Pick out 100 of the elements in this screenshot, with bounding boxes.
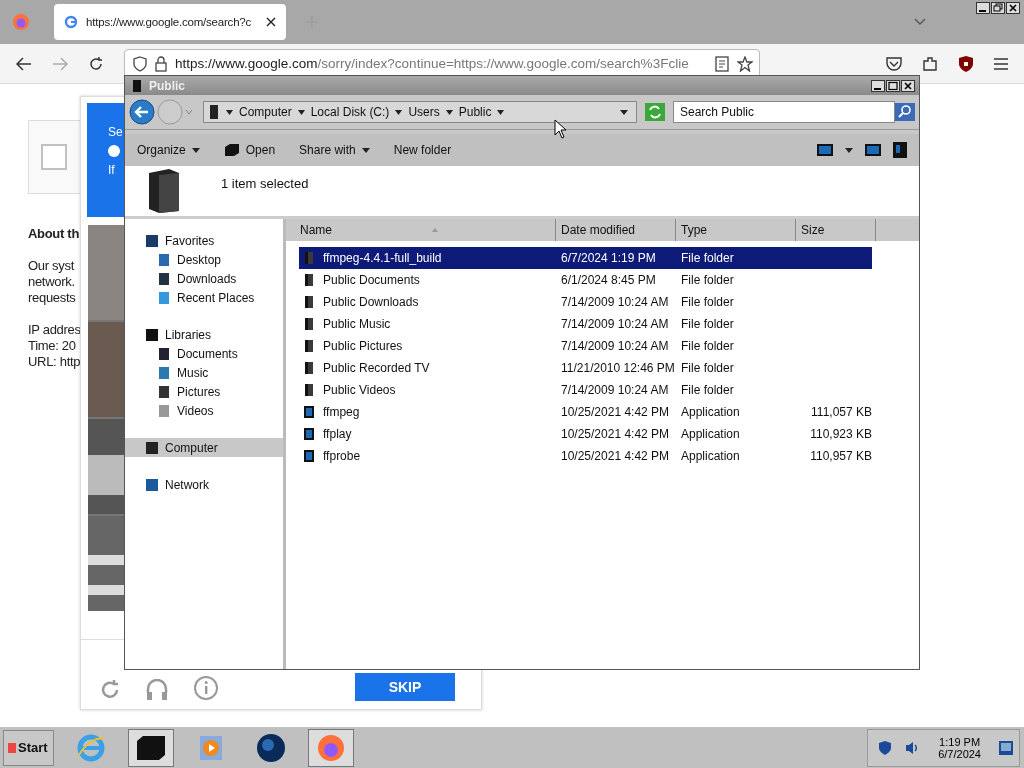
preview-pane-icon[interactable] xyxy=(865,144,881,156)
captcha-checkbox[interactable] xyxy=(41,144,67,170)
nav-item[interactable]: Videos xyxy=(125,401,283,420)
toolbar-button[interactable]: Organize xyxy=(131,141,206,159)
clock-date[interactable]: 6/7/2024 xyxy=(938,747,981,760)
info-icon[interactable] xyxy=(193,675,219,701)
caret-icon[interactable] xyxy=(395,109,403,115)
skip-button[interactable]: SKIP xyxy=(355,673,455,701)
tab-title: https://www.google.com/search?c xyxy=(86,16,253,28)
type-cell-text: File folder xyxy=(680,317,735,331)
caret-icon[interactable] xyxy=(497,109,505,115)
chevron-down-icon[interactable] xyxy=(914,18,926,26)
file-row[interactable]: Public Documents 6/1/2024 8:45 PM File folder xyxy=(299,269,872,291)
nav-icon xyxy=(157,290,171,305)
nav-icon xyxy=(145,233,159,248)
taskbar-app[interactable] xyxy=(128,728,174,767)
breadcrumb-item[interactable]: Computer xyxy=(239,105,292,119)
nav-item[interactable]: Pictures xyxy=(125,382,283,401)
file-row[interactable]: ffmpeg-4.4.1-full_build 6/7/2024 1:19 PM File folder xyxy=(299,247,872,269)
nav-item[interactable]: Libraries xyxy=(125,325,283,344)
type-cell-text: File folder xyxy=(680,383,735,397)
nav-item[interactable]: Computer xyxy=(125,438,283,457)
shield-icon[interactable] xyxy=(958,54,974,73)
view-icon[interactable] xyxy=(817,144,833,156)
folder-icon xyxy=(147,169,181,213)
headphones-icon[interactable] xyxy=(145,679,169,701)
folder-icon xyxy=(303,273,315,287)
file-row[interactable]: ffplay 10/25/2021 4:42 PM Application 110,923 KB xyxy=(299,423,872,445)
caret-icon[interactable] xyxy=(297,109,305,115)
start-button[interactable]: Start xyxy=(3,729,54,766)
column-header[interactable]: Type xyxy=(676,219,796,241)
nav-item[interactable]: Favorites xyxy=(125,231,283,250)
close-icon[interactable] xyxy=(1006,2,1020,14)
file-name: Public Documents xyxy=(323,273,420,287)
nav-item[interactable]: Network xyxy=(125,475,283,494)
close-icon[interactable] xyxy=(901,79,915,92)
browser-tab[interactable]: https://www.google.com/search?c xyxy=(54,4,286,40)
file-name: ffmpeg-4.4.1-full_build xyxy=(323,251,442,265)
folder-icon xyxy=(303,383,315,397)
help-icon[interactable] xyxy=(893,142,907,158)
file-row[interactable]: Public Downloads 7/14/2009 10:24 AM File folder xyxy=(299,291,872,313)
reader-icon[interactable] xyxy=(715,55,729,72)
menu-icon[interactable] xyxy=(994,57,1008,70)
globe-icon xyxy=(256,732,286,763)
minimize-icon[interactable] xyxy=(871,79,885,92)
address-bar[interactable]: Computer Local Disk (C:) Users Public xyxy=(203,101,637,123)
caret-icon[interactable] xyxy=(620,109,628,115)
file-row[interactable]: ffmpeg 10/25/2021 4:42 PM Application 111,057 KB xyxy=(299,401,872,423)
column-header[interactable]: Size xyxy=(796,219,876,241)
nav-item[interactable]: Desktop xyxy=(125,250,283,269)
file-row[interactable]: Public Videos 7/14/2009 10:24 AM File folder xyxy=(299,379,872,401)
refresh-icon[interactable] xyxy=(645,103,665,121)
toolbar-button[interactable]: Open xyxy=(217,141,282,159)
date-cell-text: 7/14/2009 10:24 AM xyxy=(560,295,670,309)
nav-item[interactable]: Downloads xyxy=(125,269,283,288)
nav-item[interactable]: Documents xyxy=(125,344,283,363)
back-icon[interactable] xyxy=(16,56,32,71)
pocket-icon[interactable] xyxy=(886,56,902,71)
date-cell-text: 10/25/2021 4:42 PM xyxy=(560,405,671,419)
caret-icon[interactable] xyxy=(226,109,233,115)
search-field[interactable]: Search Public xyxy=(673,101,895,123)
close-icon[interactable] xyxy=(266,17,276,27)
window-title: Public xyxy=(149,78,185,93)
folder-icon xyxy=(208,104,220,120)
shield-icon[interactable] xyxy=(878,739,893,756)
breadcrumb-item[interactable]: Users xyxy=(408,105,440,119)
nav-icon xyxy=(145,440,159,455)
file-name: Public Downloads xyxy=(323,295,419,309)
column-header[interactable]: Name xyxy=(286,219,556,241)
date-cell-text: 10/25/2021 4:42 PM xyxy=(560,427,671,441)
star-icon[interactable] xyxy=(737,55,753,72)
file-name: ffplay xyxy=(323,427,352,441)
nav-item[interactable]: Recent Places xyxy=(125,288,283,307)
clock-time[interactable]: 1:19 PM xyxy=(939,735,981,748)
file-row[interactable]: Public Pictures 7/14/2009 10:24 AM File folder xyxy=(299,335,872,357)
file-name: Public Music xyxy=(323,317,391,331)
nav-icon xyxy=(157,346,171,361)
back-icon[interactable] xyxy=(129,99,155,125)
restore-icon[interactable] xyxy=(991,2,1005,14)
breadcrumb-item[interactable]: Local Disk (C:) xyxy=(310,105,390,119)
maximize-icon[interactable] xyxy=(886,79,900,92)
file-row[interactable]: Public Music 7/14/2009 10:24 AM File folder xyxy=(299,313,872,335)
search-icon[interactable] xyxy=(895,103,915,121)
caret-icon[interactable] xyxy=(445,109,453,115)
file-row[interactable]: ffprobe 10/25/2021 4:42 PM Application 110,957 KB xyxy=(299,445,872,467)
file-name: Public Recorded TV xyxy=(323,361,430,375)
show-desktop-icon[interactable] xyxy=(999,740,1013,755)
reload-icon[interactable] xyxy=(88,55,104,72)
date-cell-text: 7/14/2009 10:24 AM xyxy=(560,339,670,353)
file-row[interactable]: Public Recorded TV 11/21/2010 12:46 PM File folder xyxy=(299,357,872,379)
breadcrumb-item[interactable]: Public xyxy=(458,105,492,119)
caret-icon[interactable] xyxy=(845,147,853,153)
toolbar-button[interactable]: New folder xyxy=(387,141,458,159)
column-header[interactable]: Date modified xyxy=(556,219,676,241)
date-cell-text: 7/14/2009 10:24 AM xyxy=(560,317,670,331)
nav-item[interactable]: Music xyxy=(125,363,283,382)
minimize-icon[interactable] xyxy=(976,2,990,14)
size-cell: 110,957 KB xyxy=(810,449,872,463)
toolbar-button[interactable]: Share with xyxy=(293,141,376,159)
section-heading: About th xyxy=(28,226,81,242)
